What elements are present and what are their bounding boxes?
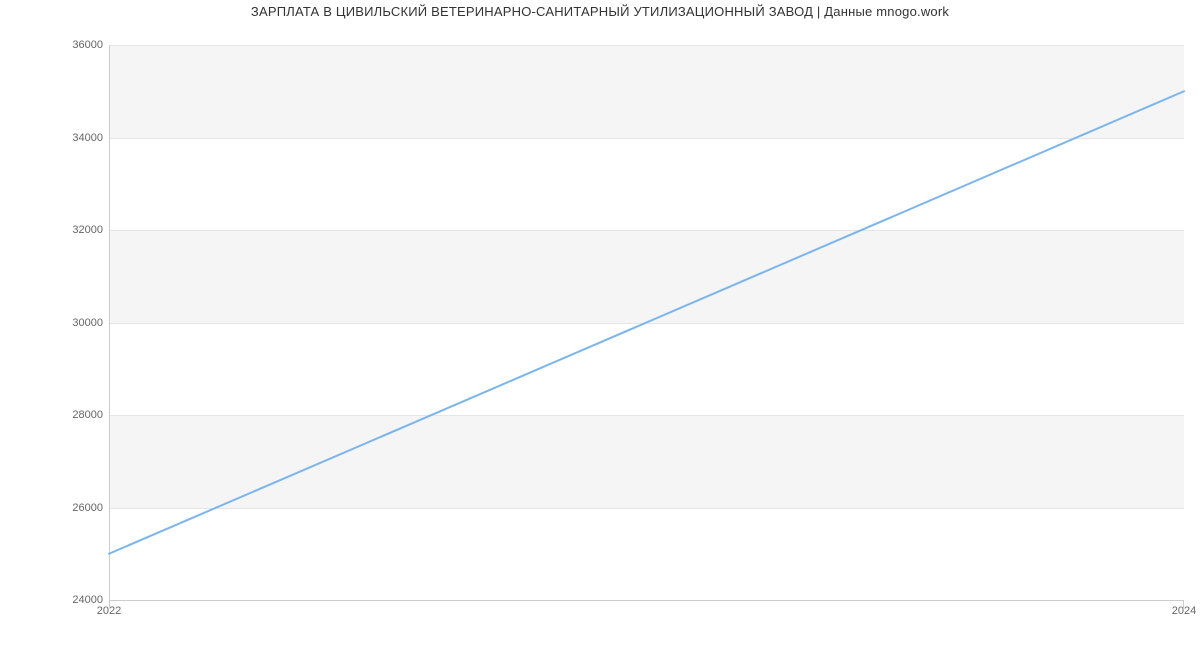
chart-title: ЗАРПЛАТА В ЦИВИЛЬСКИЙ ВЕТЕРИНАРНО-САНИТА…: [0, 4, 1200, 19]
y-tick-label: 24000: [43, 594, 103, 606]
x-tick-mark: [1183, 600, 1184, 608]
y-tick-label: 28000: [43, 409, 103, 421]
series-path: [109, 91, 1184, 554]
y-tick-label: 30000: [43, 317, 103, 329]
chart-container: ЗАРПЛАТА В ЦИВИЛЬСКИЙ ВЕТЕРИНАРНО-САНИТА…: [0, 0, 1200, 650]
y-tick-label: 32000: [43, 224, 103, 236]
y-tick-label: 36000: [43, 39, 103, 51]
x-tick-mark: [109, 600, 110, 608]
x-axis-line: [109, 600, 1184, 601]
plot-area: [109, 45, 1184, 600]
x-tick-label: 2024: [1172, 605, 1196, 617]
line-series: [109, 45, 1184, 600]
y-tick-label: 26000: [43, 502, 103, 514]
y-tick-label: 34000: [43, 132, 103, 144]
